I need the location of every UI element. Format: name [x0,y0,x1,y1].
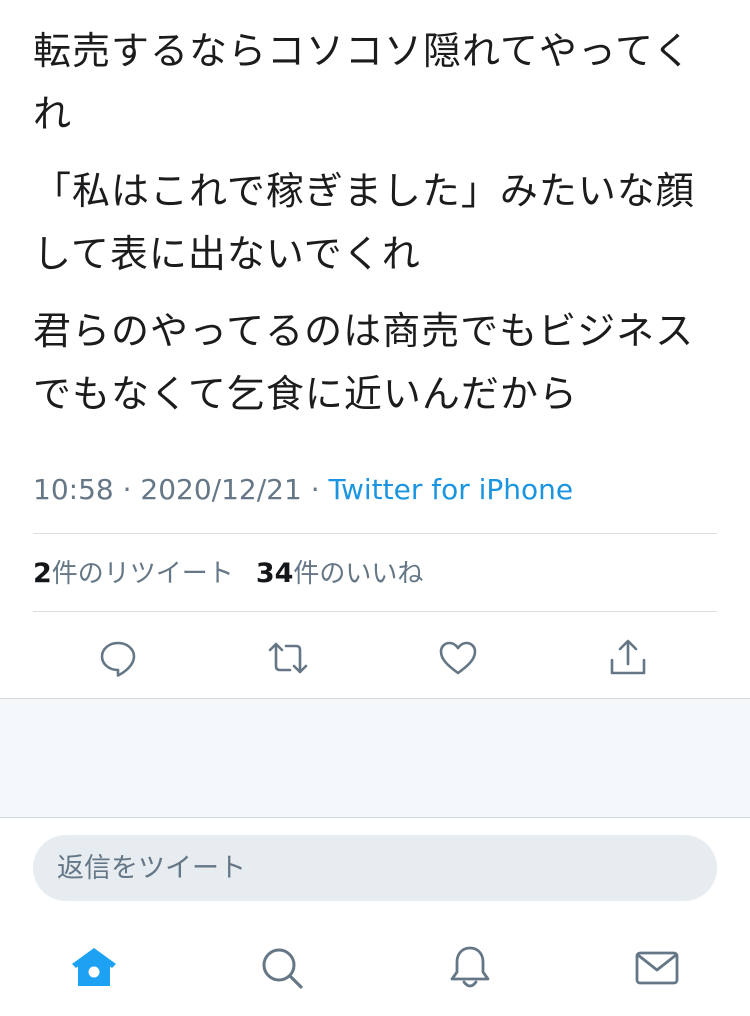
retweet-label: 件のリツイート [51,559,234,589]
reply-composer[interactable] [33,835,717,901]
tab-search[interactable] [249,935,315,1001]
reply-button[interactable] [88,628,148,688]
divider [33,533,717,534]
tweet-meta: 10:58 · 2020/12/21 · Twitter for iPhone [33,472,573,508]
retweet-button[interactable] [258,628,318,688]
tweet-paragraph-1: 転売するならコソコソ隠れてやってくれ [33,29,692,136]
share-button[interactable] [598,628,658,688]
home-icon [72,948,116,986]
tweet-date: 2020/12/21 [140,473,302,506]
messages-icon [635,951,679,985]
bottom-tab-bar [0,935,750,1001]
reply-icon [100,641,136,677]
meta-separator: · [301,473,329,506]
tweet-paragraph-3: 君らのやってるのは商売でもビジネスでもなくて乞食に近いんだから [33,309,695,416]
tweet-time: 10:58 [33,473,114,506]
tab-home[interactable] [61,935,127,1001]
retweet-count: 2 [33,558,52,589]
like-count: 34 [255,558,294,589]
tweet-text: 転売するならコソコソ隠れてやってくれ 「私はこれで稼ぎました」みたいな顔して表に… [33,20,723,440]
tab-messages[interactable] [624,935,690,1001]
retweets-stat[interactable]: 2件のリツイート [33,558,234,589]
likes-stat[interactable]: 34件のいいね [255,558,424,589]
like-icon [439,641,477,675]
replies-area [0,698,750,818]
tweet-detail-screen: 転売するならコソコソ隠れてやってくれ 「私はこれで稼ぎました」みたいな顔して表に… [0,0,750,1016]
search-icon [262,948,303,989]
tweet-source-link[interactable]: Twitter for iPhone [329,473,574,506]
meta-separator: · [113,473,141,506]
like-button[interactable] [428,628,488,688]
tab-notifications[interactable] [437,935,503,1001]
tweet-stats: 2件のリツイート 34件のいいね [33,556,423,592]
notifications-icon [450,946,490,988]
reply-input[interactable] [57,835,687,901]
tweet-actions-bar [0,628,750,688]
retweet-icon [268,642,308,674]
like-label: 件のいいね [293,559,424,589]
tweet-paragraph-2: 「私はこれで稼ぎました」みたいな顔して表に出ないでくれ [33,169,695,276]
share-icon [610,639,646,675]
divider [33,611,717,612]
